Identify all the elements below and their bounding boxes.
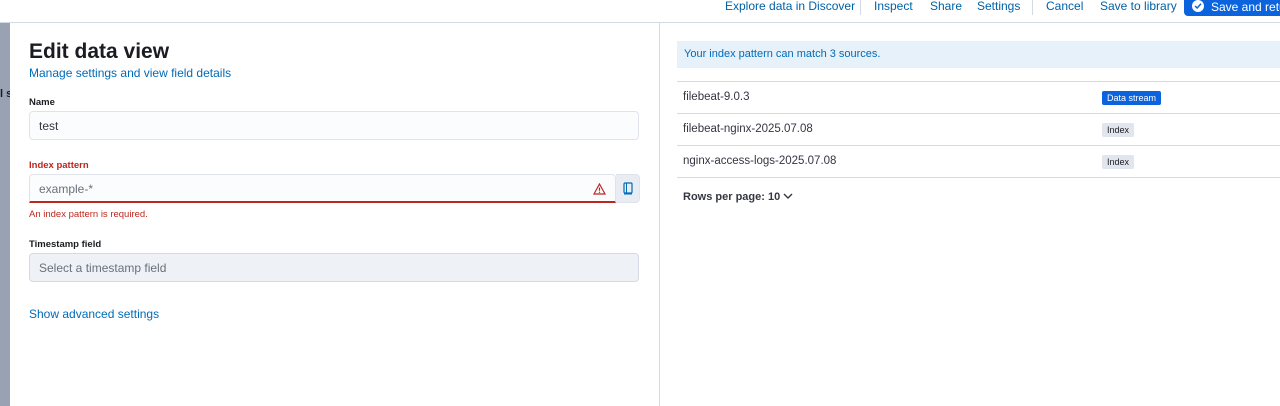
source-type-badge: Data stream	[1102, 91, 1162, 105]
name-field[interactable]: test	[29, 111, 639, 140]
source-name: filebeat-9.0.3	[683, 91, 750, 103]
match-callout: Your index pattern can match 3 sources.	[677, 41, 1280, 68]
share-button[interactable]: Share	[930, 0, 962, 12]
chevron-down-icon	[783, 193, 793, 199]
inspect-button[interactable]: Inspect	[874, 0, 913, 12]
save-and-return-label: Save and retu	[1211, 0, 1280, 14]
page-title: Edit data view	[29, 40, 170, 63]
top-toolbar: Explore data in Discover Inspect Share S…	[0, 0, 1280, 23]
source-type-badge: Index	[1102, 123, 1135, 137]
table-row: filebeat-nginx-2025.07.08 Index	[677, 114, 1280, 146]
show-advanced-settings-link[interactable]: Show advanced settings	[29, 307, 159, 321]
index-pattern-label: Index pattern	[29, 160, 89, 171]
matching-sources-panel: Your index pattern can match 3 sources. …	[660, 23, 1280, 406]
index-pattern-field[interactable]: example-*	[29, 174, 616, 203]
sources-table: filebeat-9.0.3 Data stream filebeat-ngin…	[677, 81, 1280, 178]
timestamp-select[interactable]: Select a timestamp field	[29, 253, 639, 282]
source-name: filebeat-nginx-2025.07.08	[683, 123, 813, 135]
table-row: filebeat-9.0.3 Data stream	[677, 81, 1280, 114]
index-pattern-help-button[interactable]	[616, 174, 640, 203]
cancel-button[interactable]: Cancel	[1046, 0, 1083, 12]
toolbar-divider	[1032, 0, 1033, 15]
timestamp-placeholder: Select a timestamp field	[39, 261, 167, 275]
match-callout-text: Your index pattern can match 3 sources.	[684, 48, 881, 60]
settings-button[interactable]: Settings	[977, 0, 1020, 12]
name-label: Name	[29, 97, 55, 108]
background-overlay-strip	[0, 22, 10, 406]
timestamp-label: Timestamp field	[29, 239, 102, 250]
manage-settings-link[interactable]: Manage settings and view field details	[29, 66, 231, 80]
index-pattern-error: An index pattern is required.	[29, 209, 148, 220]
source-name: nginx-access-logs-2025.07.08	[683, 155, 837, 167]
rows-per-page-button[interactable]: Rows per page: 10	[683, 191, 793, 203]
save-and-return-button[interactable]: Save and retu	[1184, 0, 1280, 16]
save-to-library-button[interactable]: Save to library	[1100, 0, 1177, 12]
rows-per-page-label: Rows per page: 10	[683, 191, 781, 203]
warning-icon	[592, 182, 607, 200]
name-value: test	[39, 119, 59, 133]
explore-discover-link[interactable]: Explore data in Discover	[725, 0, 855, 12]
index-pattern-placeholder: example-*	[39, 182, 94, 196]
source-type-badge: Index	[1102, 155, 1135, 169]
table-row: nginx-access-logs-2025.07.08 Index	[677, 146, 1280, 178]
check-icon	[1192, 0, 1204, 12]
toolbar-divider	[860, 0, 861, 15]
edit-data-view-form: Edit data view Manage settings and view …	[10, 23, 660, 406]
